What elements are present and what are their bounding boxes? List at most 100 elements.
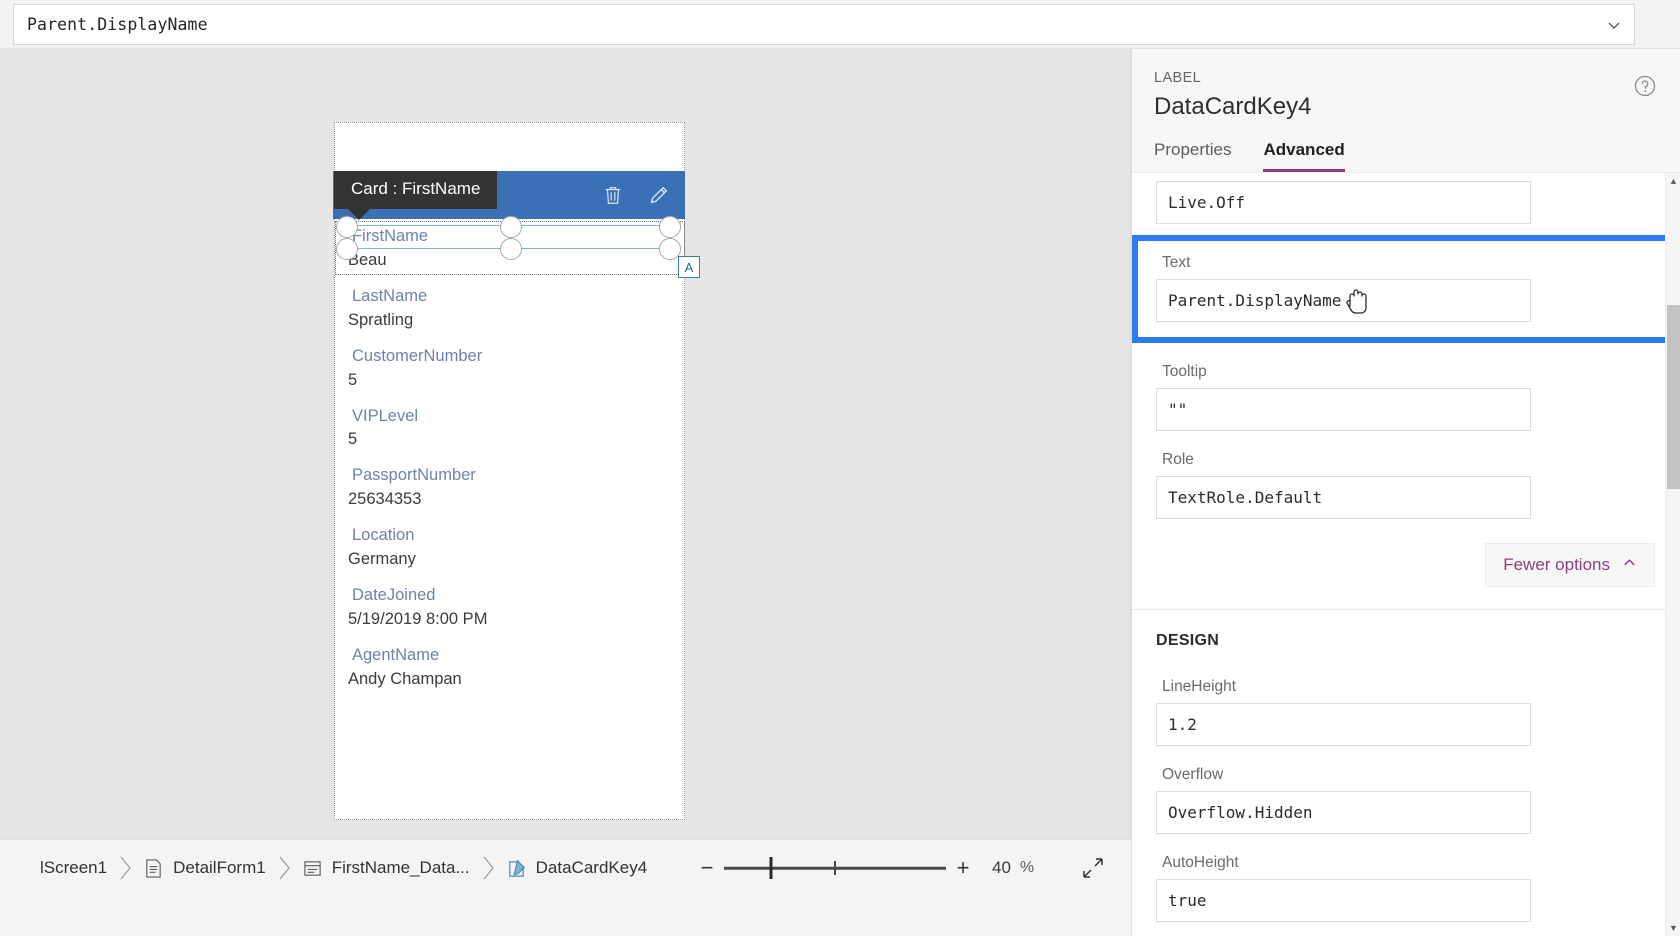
formula-text: Parent.DisplayName <box>27 15 208 34</box>
tab-properties[interactable]: Properties <box>1154 140 1231 172</box>
fewer-options-button[interactable]: Fewer options <box>1485 543 1655 587</box>
label-control-icon <box>506 858 527 879</box>
property-value-input[interactable]: TextRole.Default <box>1156 476 1531 519</box>
breadcrumb-label: DataCardKey4 <box>535 858 648 877</box>
fewer-options-label: Fewer options <box>1503 555 1610 574</box>
breadcrumb-item-detailform[interactable]: DetailForm1 <box>133 858 276 879</box>
form-field-agentname[interactable]: AgentName Andy Champan <box>348 644 678 692</box>
field-value: Spratling <box>348 310 414 329</box>
zoom-in-button[interactable]: + <box>946 851 980 885</box>
text-property-input[interactable]: Parent.DisplayName <box>1156 279 1531 322</box>
zoom-out-button[interactable]: − <box>690 851 724 885</box>
field-label: Location <box>352 526 415 545</box>
delete-icon[interactable] <box>601 183 625 207</box>
resize-handle-top-right[interactable] <box>659 216 681 238</box>
zoom-slider[interactable] <box>724 851 946 885</box>
zoom-slider-thumb[interactable] <box>769 857 773 879</box>
property-value-input[interactable]: Overflow.Hidden <box>1156 791 1531 834</box>
field-label: AgentName <box>352 645 440 664</box>
resize-handle-top-center[interactable] <box>500 216 522 238</box>
formula-bar: Parent.DisplayName <box>0 0 1680 49</box>
field-label: DateJoined <box>352 586 436 605</box>
zoom-slider-tick <box>834 861 836 875</box>
breadcrumb-separator-icon <box>480 855 496 881</box>
form-field-viplevel[interactable]: VIPLevel 5 <box>348 405 678 453</box>
property-live: Live.Off <box>1132 173 1680 224</box>
panel-control-name: DataCardKey4 <box>1154 93 1312 120</box>
scrollbar-thumb[interactable] <box>1667 305 1680 489</box>
property-autoheight: AutoHeight true <box>1132 854 1680 922</box>
field-value: Andy Champan <box>348 669 462 688</box>
field-label: PassportNumber <box>352 466 476 485</box>
fewer-options-row: Fewer options <box>1132 543 1680 587</box>
highlighted-text-property: Text Parent.DisplayName <box>1132 235 1680 343</box>
screen-icon <box>10 858 31 879</box>
breadcrumb-item-screen[interactable]: lScreen1 <box>0 858 117 879</box>
property-role: Role TextRole.Default <box>1132 451 1680 519</box>
breadcrumb-separator-icon <box>276 855 292 881</box>
field-value: 25634353 <box>348 490 422 509</box>
breadcrumb-item-datacardkey[interactable]: DataCardKey4 <box>496 858 658 879</box>
zoom-value: 40 <box>992 858 1011 877</box>
text-control-badge: A <box>678 256 700 278</box>
property-label: Tooltip <box>1162 363 1207 380</box>
field-value: 5/19/2019 8:00 PM <box>348 609 488 628</box>
form-field-location[interactable]: Location Germany <box>348 524 678 572</box>
datacard-icon <box>302 858 323 879</box>
zoom-control: − + 40 % <box>690 850 1035 886</box>
resize-handle-mid-left[interactable] <box>336 238 358 260</box>
tab-advanced[interactable]: Advanced <box>1263 140 1345 172</box>
edit-icon[interactable] <box>647 183 671 207</box>
field-value: 5 <box>348 430 358 449</box>
breadcrumb-label: DetailForm1 <box>173 858 266 877</box>
properties-panel: LABEL DataCardKey4 Properties Advanced L… <box>1131 49 1680 936</box>
form-field-datejoined[interactable]: DateJoined 5/19/2019 8:00 PM <box>348 584 678 632</box>
panel-scrollbar[interactable]: ▲ ▼ <box>1665 173 1680 936</box>
formula-input[interactable]: Parent.DisplayName <box>13 4 1635 45</box>
breadcrumb-label: FirstName_Data... <box>331 858 470 877</box>
property-value-input[interactable]: true <box>1156 879 1531 922</box>
property-tooltip: Tooltip "" <box>1132 363 1680 431</box>
zoom-unit: % <box>1019 859 1035 876</box>
fit-to-screen-icon[interactable] <box>1075 850 1111 886</box>
property-value-input[interactable]: "" <box>1156 388 1531 431</box>
panel-tabs: Properties Advanced <box>1154 140 1345 172</box>
form-field-customernumber[interactable]: CustomerNumber 5 <box>348 345 678 393</box>
resize-handle-mid-center[interactable] <box>500 238 522 260</box>
property-value-input[interactable]: Live.Off <box>1156 181 1531 224</box>
property-label: LineHeight <box>1162 678 1237 695</box>
property-text: Text Parent.DisplayName <box>1138 254 1675 322</box>
field-label: LastName <box>352 286 428 305</box>
property-overflow: Overflow Overflow.Hidden <box>1132 766 1680 834</box>
field-value: 5 <box>348 370 358 389</box>
breadcrumb: lScreen1 DetailForm1 FirstName_Data... D… <box>0 846 657 890</box>
form-field-lastname[interactable]: LastName Spratling <box>348 285 678 333</box>
field-value: Germany <box>348 550 416 569</box>
breadcrumb-label: lScreen1 <box>40 858 108 877</box>
caret-up-icon[interactable]: ▲ <box>1666 173 1680 189</box>
panel-header: LABEL DataCardKey4 Properties Advanced <box>1132 49 1680 173</box>
property-label: AutoHeight <box>1162 854 1239 871</box>
panel-control-type: LABEL <box>1154 70 1202 86</box>
design-canvas[interactable]: FirstName Beau LastName Spratling Custom… <box>0 49 1131 839</box>
property-label: Text <box>1162 254 1191 271</box>
chevron-down-icon[interactable] <box>1606 17 1622 33</box>
help-circle-icon[interactable] <box>1633 74 1657 98</box>
property-value-input[interactable]: 1.2 <box>1156 703 1531 746</box>
form-fields-list: FirstName Beau LastName Spratling Custom… <box>348 225 678 704</box>
field-label: VIPLevel <box>352 406 419 425</box>
resize-handle-top-left[interactable] <box>336 216 358 238</box>
chevron-up-icon <box>1622 555 1637 575</box>
caret-down-icon[interactable]: ▼ <box>1666 920 1680 936</box>
breadcrumb-item-datacard[interactable]: FirstName_Data... <box>292 858 480 879</box>
property-label: Role <box>1162 451 1194 468</box>
panel-body: Live.Off Text Parent.DisplayName Tooltip… <box>1132 173 1680 936</box>
power-apps-studio: Parent.DisplayName FirstName Beau LastNa… <box>0 0 1680 936</box>
design-section-title: DESIGN <box>1156 632 1220 649</box>
property-label: Overflow <box>1162 766 1224 783</box>
property-lineheight: LineHeight 1.2 <box>1132 678 1680 746</box>
form-icon <box>143 858 164 879</box>
breadcrumb-separator-icon <box>117 855 133 881</box>
status-bar: lScreen1 DetailForm1 FirstName_Data... D… <box>0 839 1131 936</box>
form-field-passportnumber[interactable]: PassportNumber 25634353 <box>348 464 678 512</box>
